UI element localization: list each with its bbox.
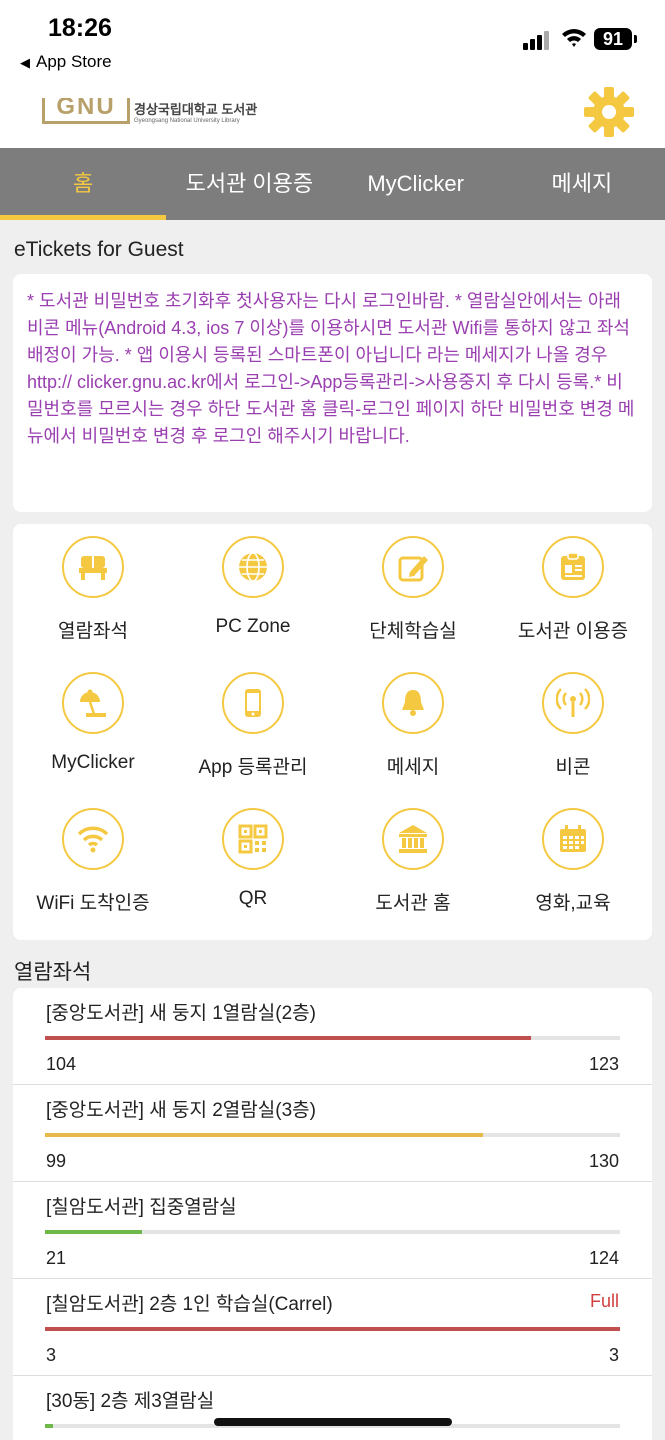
main-tabs: 홈 도서관 이용증 MyClicker 메세지 [0,148,665,220]
tab-home[interactable]: 홈 [0,148,167,220]
room-used-count: 99 [46,1151,67,1171]
menu-label: 도서관 홈 [375,893,451,914]
menu-label: 비콘 [555,757,591,778]
logo-text: 경상국립대학교 도서관 Gyeongsang National Universi… [134,99,257,124]
menu-app-registration[interactable]: App 등록관리 [173,672,333,779]
room-total-count: 123 [588,1054,619,1074]
tab-myclicker[interactable]: MyClicker [333,148,499,220]
room-name: [30동] 2층 제3열람실 [46,1391,215,1412]
logo-english: Gyeongsang National University Library [134,117,240,124]
room-name: [칠암도서관] 집중열람실 [46,1197,237,1218]
home-indicator[interactable] [214,1418,452,1426]
room-name: [칠암도서관] 2층 1인 학습실(Carrel) [46,1294,333,1315]
etickets-title: eTickets for Guest [14,238,184,261]
occupancy-fill [45,1327,620,1331]
menu-label: PC Zone [215,616,291,637]
menu-movies-education[interactable]: 영화,교육 [493,808,653,915]
menu-label: 단체학습실 [369,621,457,642]
room-used-count: 21 [46,1248,67,1268]
reading-room-row[interactable]: [30동] 2층 제3열람실 [13,1376,652,1440]
globe-icon [222,536,284,598]
room-full-badge: Full [589,1291,619,1311]
library-building-icon [382,808,444,870]
logo-mark: GNU [42,98,130,124]
seat-icon [62,536,124,598]
menu-group-study-room[interactable]: 단체학습실 [333,536,493,643]
status-bar: 18:26 ◀ App Store 91 [0,0,665,80]
library-logo: GNU 경상국립대학교 도서관 Gyeongsang National Univ… [42,96,257,126]
bell-icon [382,672,444,734]
calendar-icon [542,808,604,870]
room-used-count: 104 [46,1054,77,1074]
occupancy-bar [45,1133,620,1137]
room-name: [중앙도서관] 새 둥지 1열람실(2층) [46,1003,316,1024]
room-name: [중앙도서관] 새 둥지 2열람실(3층) [46,1100,316,1121]
cellular-signal-icon [523,30,553,50]
occupancy-fill [45,1230,143,1234]
reading-room-row[interactable]: [칠암도서관] 집중열람실 21 124 [13,1182,652,1279]
phone-icon [222,672,284,734]
menu-label: 도서관 이용증 [517,621,629,642]
beacon-icon [542,672,604,734]
edit-icon [382,536,444,598]
occupancy-fill [45,1133,483,1137]
menu-reading-seats[interactable]: 열람좌석 [13,536,173,643]
menu-beacon[interactable]: 비콘 [493,672,653,779]
reading-room-list: [중앙도서관] 새 둥지 1열람실(2층) 104 123 [중앙도서관] 새 … [13,988,652,1440]
qr-icon [222,808,284,870]
reading-room-row[interactable]: [중앙도서관] 새 둥지 1열람실(2층) 104 123 [13,988,652,1085]
room-used-count: 3 [46,1345,57,1365]
wifi-icon [62,808,124,870]
occupancy-fill [45,1424,54,1428]
notice-text: * 도서관 비밀번호 초기화후 첫사용자는 다시 로그인바람. * 열람실안에서… [13,274,652,512]
menu-qr[interactable]: QR [173,808,333,910]
tab-library-card[interactable]: 도서관 이용증 [166,148,332,220]
occupancy-bar [45,1327,620,1331]
menu-label: 영화,교육 [535,893,611,914]
status-time: 18:26 [48,14,112,42]
menu-label: WiFi 도착인증 [36,893,150,914]
menu-label: QR [238,888,268,909]
desk-lamp-icon [62,672,124,734]
tab-messages[interactable]: 메세지 [499,148,665,220]
room-total-count: 130 [588,1151,619,1171]
menu-label: MyClicker [51,752,135,773]
wifi-status-icon [562,29,586,47]
back-arrow-icon: ◀ [20,55,30,70]
occupancy-bar [45,1230,620,1234]
id-card-icon [542,536,604,598]
battery-icon: 91 [594,28,632,50]
menu-pc-zone[interactable]: PC Zone [173,536,333,638]
menu-label: App 등록관리 [198,757,308,778]
reading-seats-title: 열람좌석 [14,961,92,984]
menu-wifi-arrival[interactable]: WiFi 도착인증 [13,808,173,915]
room-total-count: 124 [588,1248,619,1268]
reading-room-row[interactable]: [중앙도서관] 새 둥지 2열람실(3층) 99 130 [13,1085,652,1182]
reading-room-row[interactable]: [칠암도서관] 2층 1인 학습실(Carrel) Full 3 3 [13,1279,652,1376]
battery-tip [634,35,637,43]
back-label: App Store [36,52,112,71]
back-to-app-store[interactable]: ◀ App Store [20,52,112,72]
menu-label: 열람좌석 [58,621,128,642]
menu-messages[interactable]: 메세지 [333,672,493,779]
occupancy-bar [45,1036,620,1040]
menu-myclicker[interactable]: MyClicker [13,672,173,774]
logo-korean: 경상국립대학교 도서관 [134,101,258,117]
menu-grid: 열람좌석 PC Zone 단체학습실 도서관 이용증 MyClicker App… [13,524,652,940]
menu-library-home[interactable]: 도서관 홈 [333,808,493,915]
menu-label: 메세지 [386,757,440,778]
menu-library-card[interactable]: 도서관 이용증 [493,536,653,643]
occupancy-fill [45,1036,532,1040]
room-total-count: 3 [608,1345,619,1365]
settings-gear-icon[interactable] [584,86,634,138]
